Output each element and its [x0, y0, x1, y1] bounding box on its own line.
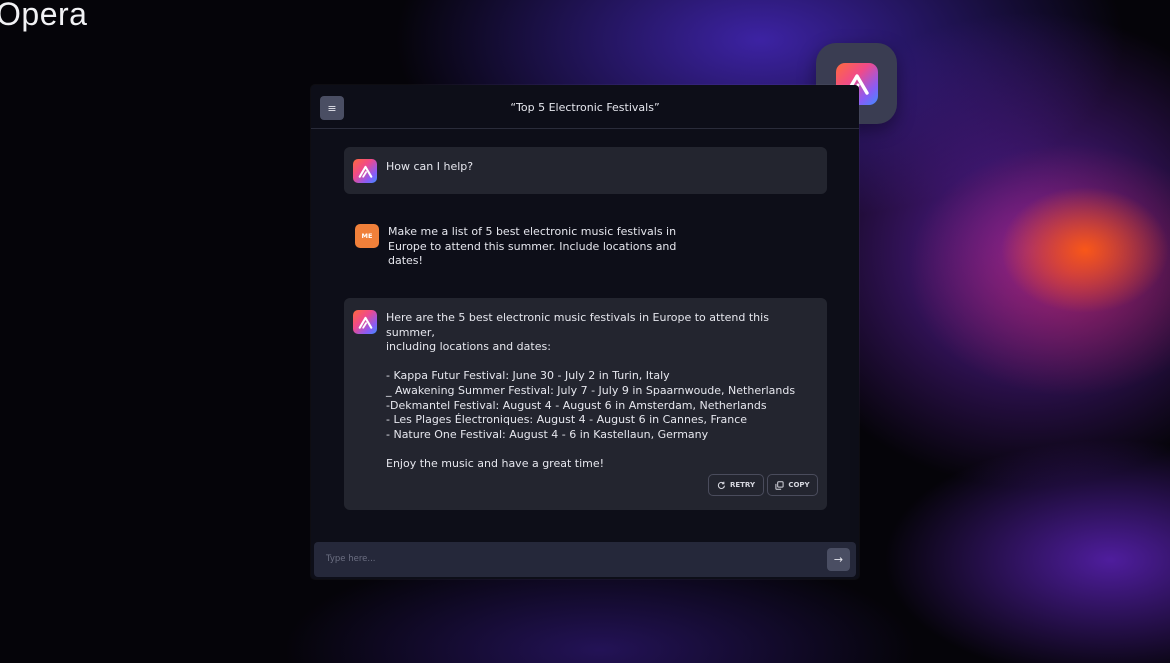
copy-button[interactable]: COPY — [767, 474, 818, 496]
festival-list-item: - Kappa Futur Festival: June 30 - July 2… — [386, 369, 670, 383]
chat-header: ≡ “Top 5 Electronic Festivals” — [311, 85, 859, 129]
chat-window: ≡ “Top 5 Electronic Festivals” How can I… — [311, 85, 859, 579]
festival-list-item: -Dekmantel Festival: August 4 - August 6… — [386, 398, 767, 412]
reply-outro: Enjoy the music and have a great time! — [386, 456, 605, 470]
aria-avatar-icon — [353, 159, 377, 183]
copy-icon — [775, 480, 784, 490]
refresh-icon — [717, 481, 725, 489]
retry-button[interactable]: RETRY — [708, 474, 764, 496]
festival-list-item: _ Awakening Summer Festival: July 7 - Ju… — [386, 383, 796, 397]
user-message-line: Make me a list of 5 best electronic musi… — [388, 225, 677, 238]
message-input-placeholder: Type here... — [326, 554, 376, 564]
user-message-line: dates! — [388, 254, 423, 268]
greeting-message: How can I help? — [344, 147, 827, 194]
user-avatar: ME — [355, 224, 379, 248]
aria-avatar-icon — [353, 310, 377, 334]
message-input[interactable]: Type here... → — [314, 542, 856, 577]
arrow-right-icon: → — [833, 553, 844, 566]
user-message-line: Europe to attend this summer. Include lo… — [388, 239, 677, 253]
copy-label: COPY — [788, 481, 810, 489]
send-button[interactable]: → — [827, 548, 850, 571]
reply-intro-line: including locations and dates: — [386, 340, 551, 354]
opera-logo: Opera — [0, 0, 88, 32]
reply-intro-line: Here are the 5 best electronic music fes… — [386, 311, 769, 339]
chat-title: “Top 5 Electronic Festivals” — [510, 101, 660, 114]
festival-list-item: - Les Plages Électroniques: August 4 - A… — [386, 413, 748, 427]
retry-label: RETRY — [729, 481, 756, 489]
festival-list-item: - Nature One Festival: August 4 - 6 in K… — [386, 427, 709, 441]
assistant-reply: Here are the 5 best electronic music fes… — [344, 298, 827, 510]
greeting-text: How can I help? — [386, 160, 474, 173]
user-message-text: Make me a list of 5 best electronic musi… — [388, 225, 688, 269]
assistant-reply-text: Here are the 5 best electronic music fes… — [386, 311, 816, 472]
